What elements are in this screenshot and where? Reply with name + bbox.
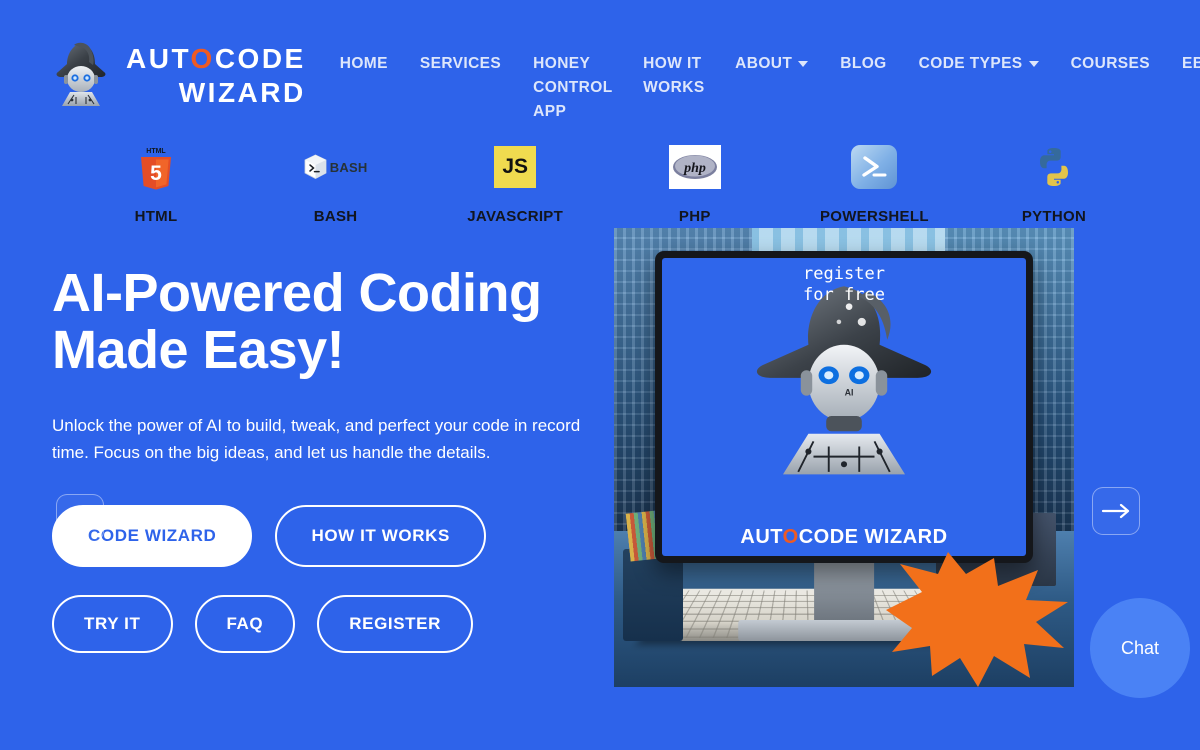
hero-title-line-1: AI-Powered Coding [52, 263, 542, 323]
language-item-javascript[interactable]: JS JAVASCRIPT [455, 142, 575, 225]
site-header: AUTOCODE WIZARD HOME SERVICES HONEY CONT… [0, 0, 1200, 124]
brand-line-1: AUTOCODE [126, 43, 306, 74]
svg-text:php: php [683, 161, 706, 176]
how-it-works-button[interactable]: HOW IT WORKS [275, 505, 486, 567]
nav-label: HOW IT WORKS [643, 55, 705, 96]
robot-wizard-screen-icon: AI [756, 286, 932, 475]
php-icon-wrap: php [668, 142, 721, 192]
bash-icon-wrap: BASH [304, 142, 368, 192]
php-elephant-icon: php [672, 155, 717, 179]
nav-item-ebooks[interactable]: EBOOKS [1166, 52, 1200, 76]
php-icon: php [668, 145, 721, 189]
language-item-python[interactable]: PYTHON [994, 142, 1114, 225]
monitor-screen: AI AUTOCODE WIZARD [662, 257, 1026, 557]
language-label: POWERSHELL [819, 208, 929, 225]
nav-item-home[interactable]: HOME [324, 52, 404, 76]
nav-label: SERVICES [419, 55, 502, 72]
language-strip: HTML 5 HTML BASH BASH JS JAVASCRIPT php … [0, 124, 1200, 225]
chat-label: Chat [1120, 637, 1160, 658]
nav-item-honey-control-app[interactable]: HONEY CONTROL APP [517, 52, 627, 124]
bash-icon [304, 154, 327, 179]
nav-item-blog[interactable]: BLOG [824, 52, 902, 76]
nav-label: ABOUT [735, 55, 793, 72]
screen-brand-text: AUTOCODE WIZARD [740, 526, 948, 549]
register-for-free-badge[interactable] [878, 552, 1068, 687]
hero-title: AI-Powered Coding Made Easy! [52, 263, 612, 381]
brand-wordmark: AUTOCODE WIZARD [126, 41, 306, 107]
svg-text:AI: AI [845, 388, 854, 398]
python-icon-wrap [1032, 142, 1076, 192]
hero-cta-row-primary: CODE WIZARD HOW IT WORKS [52, 505, 486, 567]
language-label: HTML [134, 208, 178, 225]
language-item-bash[interactable]: BASH BASH [276, 142, 396, 225]
chevron-down-icon [798, 61, 809, 67]
javascript-icon-wrap: JS [494, 142, 537, 192]
hero-subtitle: Unlock the power of AI to build, tweak, … [52, 416, 581, 462]
arrow-left-icon [68, 511, 93, 525]
nav-item-how-it-works[interactable]: HOW IT WORKS [627, 52, 719, 100]
hero-image: AI AUTOCODE WIZARD register for free [614, 228, 1074, 687]
python-icon [1039, 148, 1068, 186]
scene-pencil-cup [623, 549, 683, 642]
language-item-php[interactable]: php PHP [635, 142, 755, 225]
carousel-next-button[interactable] [1092, 487, 1140, 535]
javascript-icon-text: JS [502, 155, 529, 178]
language-label: PHP [678, 208, 711, 225]
powershell-prompt-icon [862, 156, 887, 177]
language-item-powershell[interactable]: POWERSHELL [814, 142, 934, 225]
language-label: BASH [313, 208, 358, 225]
svg-text:HTML: HTML [146, 148, 166, 155]
language-item-html[interactable]: HTML 5 HTML [96, 142, 216, 225]
faq-button[interactable]: FAQ [194, 595, 296, 653]
nav-label: EBOOKS [1182, 55, 1200, 72]
chat-widget-button[interactable]: Chat [1090, 598, 1190, 698]
html5-icon: HTML 5 [141, 148, 171, 190]
hero-cta-row-secondary: TRY IT FAQ REGISTER [52, 595, 473, 653]
carousel-prev-button[interactable] [56, 494, 104, 542]
register-button[interactable]: REGISTER [317, 595, 473, 653]
nav-item-services[interactable]: SERVICES [404, 52, 517, 76]
brand-logo[interactable]: AUTOCODE WIZARD [44, 40, 306, 108]
nav-label: CODE TYPES [918, 55, 1023, 72]
javascript-icon: JS [494, 146, 537, 188]
powershell-icon-wrap [851, 142, 898, 192]
powershell-icon [851, 145, 898, 189]
hero-text-block: AI-Powered Coding Made Easy! Unlock the … [52, 263, 612, 466]
nav-item-about[interactable]: ABOUT [719, 52, 824, 76]
page-root: AUTOCODE WIZARD HOME SERVICES HONEY CONT… [0, 0, 1200, 750]
language-label: PYTHON [1021, 208, 1087, 225]
chevron-down-icon [1028, 61, 1039, 67]
nav-label: BLOG [840, 55, 887, 72]
arrow-right-icon [1101, 503, 1130, 519]
brand-line-2: WIZARD [178, 77, 306, 108]
nav-label: HOME [339, 55, 388, 72]
monitor: AI AUTOCODE WIZARD [655, 250, 1033, 564]
bash-icon-text: BASH [329, 159, 368, 175]
monitor-stand [814, 563, 874, 623]
try-it-button[interactable]: TRY IT [52, 595, 173, 653]
nav-label: COURSES [1070, 55, 1151, 72]
hero-title-line-2: Made Easy! [52, 320, 345, 381]
html5-icon-wrap: HTML 5 [136, 142, 176, 192]
svg-text:5: 5 [150, 162, 162, 185]
nav-label: HONEY CONTROL APP [533, 55, 613, 120]
nav-item-courses[interactable]: COURSES [1055, 52, 1166, 76]
language-label: JAVASCRIPT [467, 208, 564, 225]
hero-section: AI AUTOCODE WIZARD register for free AI-… [0, 225, 1200, 687]
hero-scene: AI AUTOCODE WIZARD register for free [614, 228, 1074, 687]
main-navigation: HOME SERVICES HONEY CONTROL APP HOW IT W… [324, 40, 1200, 124]
nav-item-code-types[interactable]: CODE TYPES [903, 52, 1055, 76]
robot-wizard-logo-icon [56, 42, 106, 106]
